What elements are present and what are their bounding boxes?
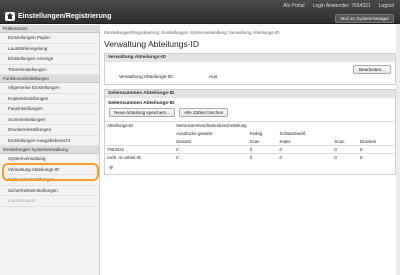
sidebar-item-fax-settings[interactable]: Faxeinstellungen bbox=[0, 104, 99, 115]
sidebar-item-printer-settings[interactable]: Druckereinstellungen bbox=[0, 125, 99, 136]
sidebar-item-timer-settings[interactable]: Timereinstellungen bbox=[0, 65, 99, 75]
sidebar-group-preferences: Präferenzen bbox=[0, 25, 99, 33]
sidebar-group-function-settings: Funktionseinstellungen bbox=[0, 75, 99, 83]
page-totals-table: Abteilungs-ID Seitensummen/Seitenbeschrä… bbox=[105, 121, 395, 162]
value-cell: 0 bbox=[277, 145, 333, 154]
table-header-total-prints: Ausdrucke gesamt bbox=[176, 131, 213, 136]
table-subheader-total: Gesamt bbox=[176, 138, 192, 144]
value-cell: 0 bbox=[332, 153, 358, 162]
department-id-section: Verwaltung Abteilungs-ID Bearbeiten... V… bbox=[104, 53, 396, 85]
section-heading: Seitensummen Abteilungs-ID bbox=[105, 90, 395, 98]
portal-link[interactable]: Als Portal bbox=[283, 3, 304, 9]
sidebar: Präferenzen Einstellungen Papier Lautstä… bbox=[0, 25, 100, 275]
login-user-label: Login Anwender: 7654321 bbox=[312, 3, 371, 9]
value-cell: 0 bbox=[247, 153, 278, 162]
collapse-icon[interactable]: ⊕ bbox=[105, 162, 395, 174]
page-title: Verwaltung Abteilungs-ID bbox=[104, 39, 199, 49]
clear-all-counters-button[interactable]: Alle Zähler löschen bbox=[179, 108, 229, 117]
logout-link[interactable]: Logout bbox=[379, 3, 394, 9]
table-header-black-white: Schwarzweiß bbox=[279, 131, 306, 136]
table-row: Auftr. m.unbek.ID 0 0 0 0 0 bbox=[105, 153, 395, 162]
page-totals-section: Seitensummen Abteilungs-ID Seitensummen … bbox=[104, 89, 396, 175]
mail-system-manager-button[interactable]: Mail an Systemmanager bbox=[335, 14, 394, 23]
sidebar-item-scan-settings[interactable]: Scaneinstellungen bbox=[0, 115, 99, 125]
table-subheader-scan: Scan bbox=[334, 138, 345, 144]
register-department-button[interactable]: Neue Abteilung speichern... bbox=[109, 108, 176, 117]
top-header: Einstellungen/Registrierung Als Portal L… bbox=[0, 0, 400, 24]
sidebar-item-volume-control[interactable]: Lautstärkeregelung bbox=[0, 44, 99, 54]
table-subheader-color-scan: Scan bbox=[249, 138, 260, 144]
page-totals-actions: Neue Abteilung speichern... Alle Zähler … bbox=[105, 106, 395, 119]
table-header-department-id: Abteilungs-ID bbox=[105, 121, 175, 130]
value-cell: 0 bbox=[332, 145, 358, 154]
sidebar-group-system-management: Einstellungen Systemverwaltung bbox=[0, 146, 99, 154]
table-subheader-print: Drucken bbox=[359, 138, 377, 144]
sidebar-item-display-settings[interactable]: Einstellungen Anzeige bbox=[0, 54, 99, 65]
scrollbar[interactable] bbox=[396, 24, 400, 275]
value-cell: 0 bbox=[247, 145, 278, 154]
value-cell: 0 bbox=[174, 145, 248, 154]
home-icon[interactable] bbox=[5, 12, 15, 21]
department-id-cell[interactable]: Auftr. m.unbek.ID bbox=[105, 153, 175, 162]
table-group-header: Seitensummen/Seitenbeschränkung bbox=[174, 121, 395, 130]
section-heading: Verwaltung Abteilungs-ID bbox=[105, 54, 395, 62]
breadcrumb: Einstellungen/Registrierung: Einstellung… bbox=[104, 30, 280, 35]
top-links: Als Portal Login Anwender: 7654321 Logou… bbox=[283, 3, 394, 9]
edit-button[interactable]: Bearbeiten... bbox=[352, 65, 391, 74]
value-cell: 0 bbox=[277, 153, 333, 162]
sidebar-item-import-export[interactable]: Import/Export bbox=[0, 196, 99, 207]
department-id-label: Verwaltung Abteilungs-ID: bbox=[119, 75, 174, 80]
page-totals-subheading: Seitensummen Abteilungs-ID bbox=[108, 101, 175, 106]
sidebar-item-paper-settings[interactable]: Einstellungen Papier bbox=[0, 33, 99, 44]
sidebar-item-security-settings[interactable]: Sicherheitseinstellungen bbox=[0, 186, 99, 196]
sidebar-item-department-id-management[interactable]: Verwaltung Abteilungs-ID bbox=[0, 162, 99, 180]
department-id-cell[interactable]: 7654321 bbox=[105, 145, 175, 154]
department-id-value: Aus bbox=[209, 75, 218, 80]
sidebar-item-output-report-settings[interactable]: Einstellungen Ausgabeberecht bbox=[0, 136, 99, 146]
sidebar-item-general-settings[interactable]: Allgemeine Einstellungen bbox=[0, 83, 99, 94]
main-content: Einstellungen/Registrierung: Einstellung… bbox=[104, 25, 396, 275]
department-id-setting-row: Bearbeiten... Verwaltung Abteilungs-ID: … bbox=[105, 62, 395, 84]
sidebar-item-copy-settings[interactable]: Kopiereinstellungen bbox=[0, 94, 99, 104]
app-title: Einstellungen/Registrierung bbox=[18, 13, 112, 20]
value-cell: 0 bbox=[357, 153, 395, 162]
table-header-color: Farbig bbox=[249, 131, 263, 136]
table-row: 7654321 0 0 0 0 0 bbox=[105, 145, 395, 154]
value-cell: 0 bbox=[357, 145, 395, 154]
value-cell: 0 bbox=[174, 153, 248, 162]
table-subheader-copy: Kopie bbox=[279, 138, 291, 144]
